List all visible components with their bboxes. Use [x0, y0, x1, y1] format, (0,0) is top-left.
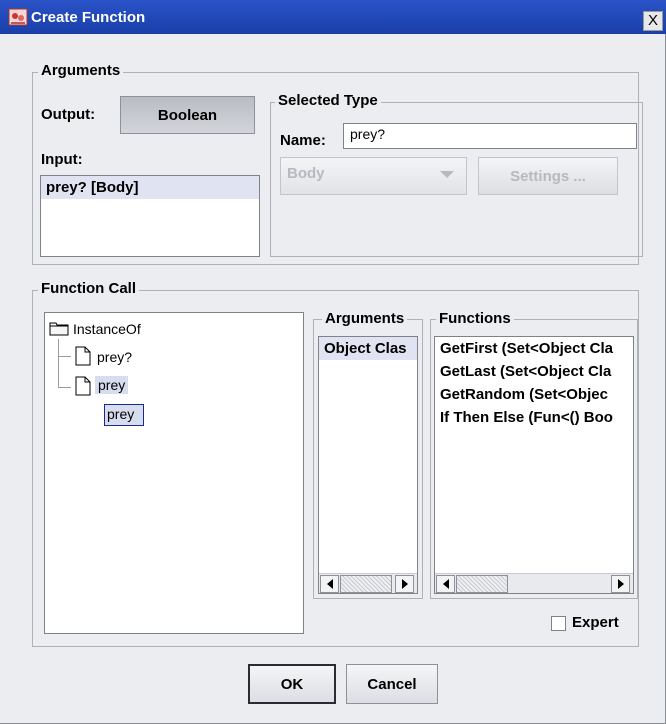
document-icon [75, 376, 91, 396]
close-button[interactable]: X [643, 11, 663, 31]
scroll-thumb[interactable] [340, 575, 392, 593]
ok-button[interactable]: OK [248, 664, 336, 704]
name-label: Name: [280, 132, 326, 149]
tree-child-label: prey? [97, 349, 133, 365]
arrow-left-icon [326, 579, 333, 589]
expert-label[interactable]: Expert [572, 614, 619, 631]
input-list-item[interactable]: prey? [Body] [41, 176, 259, 199]
function-tree[interactable]: InstanceOf prey? prey prey [44, 312, 304, 634]
functions-hscrollbar[interactable] [435, 573, 633, 593]
window-title: Create Function [31, 9, 146, 26]
type-combo-value: Body [287, 165, 325, 182]
settings-button[interactable]: Settings ... [478, 157, 618, 195]
functions-list-item[interactable]: If Then Else (Fun<() Boo [435, 406, 633, 429]
expert-checkbox[interactable] [551, 616, 566, 631]
title-bar[interactable]: Create Function X [0, 0, 666, 34]
output-label: Output: [41, 106, 96, 123]
chevron-down-icon [440, 171, 454, 178]
functions-list[interactable]: GetFirst (Set<Object Cla GetLast (Set<Ob… [434, 336, 634, 594]
name-field[interactable]: prey? [343, 123, 637, 149]
arguments-subgroup-title: Arguments [322, 310, 408, 327]
output-type-button[interactable]: Boolean [120, 96, 255, 134]
functions-list-item[interactable]: GetRandom (Set<Objec [435, 383, 633, 406]
functions-list-item[interactable]: GetFirst (Set<Object Cla [435, 337, 633, 360]
create-function-dialog: Create Function X Arguments Output: Bool… [0, 0, 666, 724]
arrow-right-icon [401, 579, 408, 589]
folder-icon [49, 320, 69, 336]
arguments-list[interactable]: Object Clas [318, 336, 418, 594]
tree-line [58, 356, 71, 357]
type-combo[interactable]: Body [280, 157, 467, 195]
app-icon [8, 7, 28, 27]
arrow-right-icon [617, 579, 624, 589]
tree-line [58, 339, 59, 387]
arguments-group-title: Arguments [38, 62, 124, 79]
arrow-left-icon [442, 579, 449, 589]
scroll-right-button[interactable] [395, 575, 414, 593]
input-label: Input: [41, 151, 83, 168]
function-call-title: Function Call [38, 280, 139, 297]
tree-inline-editor[interactable]: prey [104, 404, 144, 426]
scroll-left-button[interactable] [320, 575, 339, 593]
input-list[interactable]: prey? [Body] [40, 175, 260, 257]
functions-list-item[interactable]: GetLast (Set<Object Cla [435, 360, 633, 383]
arguments-list-item[interactable]: Object Clas [319, 337, 417, 360]
selected-type-title: Selected Type [275, 92, 381, 109]
functions-subgroup-title: Functions [436, 310, 514, 327]
tree-line [58, 387, 71, 388]
arguments-hscrollbar[interactable] [319, 573, 417, 593]
document-icon [75, 346, 91, 366]
scroll-thumb[interactable] [456, 575, 508, 593]
cancel-button[interactable]: Cancel [346, 664, 438, 704]
close-icon: X [647, 12, 658, 29]
scroll-right-button[interactable] [611, 575, 630, 593]
tree-child-label: prey [95, 376, 129, 394]
scroll-left-button[interactable] [436, 575, 455, 593]
tree-root-label: InstanceOf [73, 321, 141, 337]
